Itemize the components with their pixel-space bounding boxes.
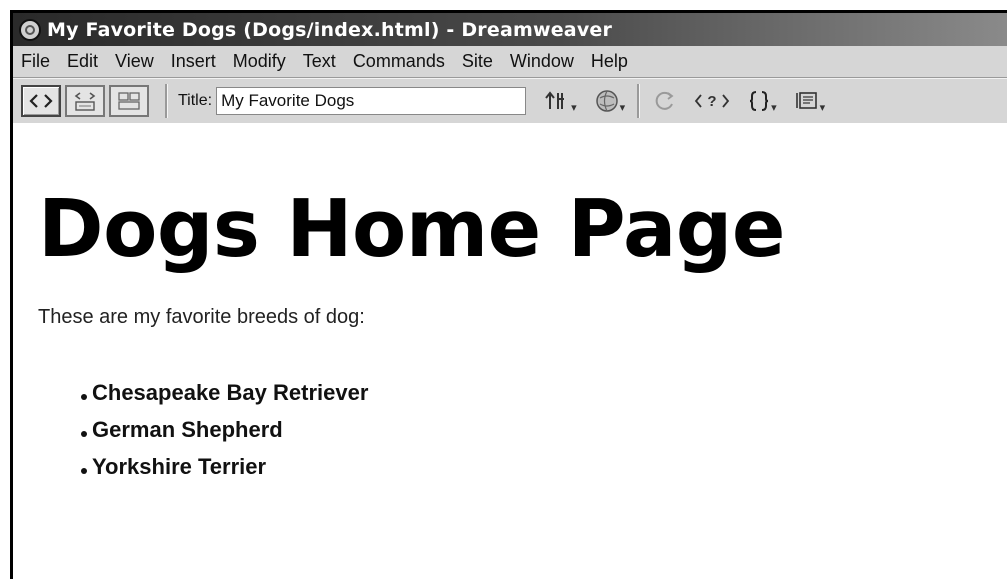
bullet-icon [81, 467, 87, 474]
preview-browser-button[interactable]: ▾ [595, 89, 626, 114]
document-toolbar: Title: ▾ ▾ ? [13, 78, 1007, 125]
menu-commands[interactable]: Commands [353, 51, 445, 72]
breed-name: Chesapeake Bay Retriever [92, 379, 369, 405]
menu-site[interactable]: Site [462, 51, 493, 72]
bullet-icon [81, 393, 87, 400]
page-title-input[interactable] [216, 87, 527, 115]
menu-insert[interactable]: Insert [171, 51, 216, 72]
view-options-icon [795, 92, 817, 109]
design-view-icon [118, 92, 140, 110]
view-options-button[interactable]: ▾ [795, 90, 826, 114]
svg-text:?: ? [708, 93, 717, 110]
breed-name: German Shepherd [92, 416, 283, 442]
split-view-button[interactable] [65, 85, 105, 117]
code-block-icon [750, 91, 769, 111]
code-view-icon [29, 94, 53, 108]
file-management-button[interactable]: ▾ [544, 89, 577, 114]
list-item: Yorkshire Terrier [81, 448, 368, 485]
page-heading: Dogs Home Page [38, 183, 785, 275]
toolbar-separator [637, 84, 641, 118]
chevron-down-icon: ▾ [571, 101, 577, 114]
split-view-icon [74, 92, 96, 111]
code-block-button[interactable]: ▾ [748, 90, 777, 114]
list-item: German Shepherd [81, 411, 368, 448]
dreamweaver-app-icon[interactable] [19, 18, 41, 41]
menu-view[interactable]: View [115, 51, 154, 72]
chevron-down-icon: ▾ [771, 101, 777, 114]
refresh-icon [655, 91, 674, 110]
menu-window[interactable]: Window [510, 51, 574, 72]
window-title: My Favorite Dogs (Dogs/index.html) - Dre… [47, 18, 613, 41]
chevron-down-icon: ▾ [819, 101, 826, 114]
design-view-button[interactable] [109, 85, 149, 117]
menu-edit[interactable]: Edit [67, 51, 98, 72]
breed-list: Chesapeake Bay Retriever German Shepherd… [81, 374, 368, 485]
refresh-button[interactable] [654, 90, 676, 112]
bullet-icon [81, 430, 87, 437]
title-label: Title: [178, 92, 213, 109]
code-nav-icon: ? [694, 93, 730, 110]
dreamweaver-window: My Favorite Dogs (Dogs/index.html) - Dre… [10, 10, 1007, 579]
menu-help[interactable]: Help [591, 51, 628, 72]
design-view-canvas[interactable]: Dogs Home Page These are my favorite bre… [13, 123, 1007, 579]
globe-icon [595, 90, 618, 112]
title-bar[interactable]: My Favorite Dogs (Dogs/index.html) - Dre… [13, 13, 1007, 46]
toolbar-separator [165, 84, 168, 118]
file-management-icon [545, 91, 565, 109]
code-navigation-button[interactable]: ? [694, 91, 730, 111]
code-view-button[interactable] [21, 85, 61, 117]
menu-bar: File Edit View Insert Modify Text Comman… [13, 46, 1007, 78]
menu-text[interactable]: Text [303, 51, 336, 72]
menu-modify[interactable]: Modify [233, 51, 286, 72]
breed-name: Yorkshire Terrier [92, 453, 267, 479]
menu-file[interactable]: File [21, 51, 50, 72]
intro-paragraph: These are my favorite breeds of dog: [38, 306, 365, 328]
chevron-down-icon: ▾ [619, 101, 626, 114]
list-item: Chesapeake Bay Retriever [81, 374, 368, 411]
